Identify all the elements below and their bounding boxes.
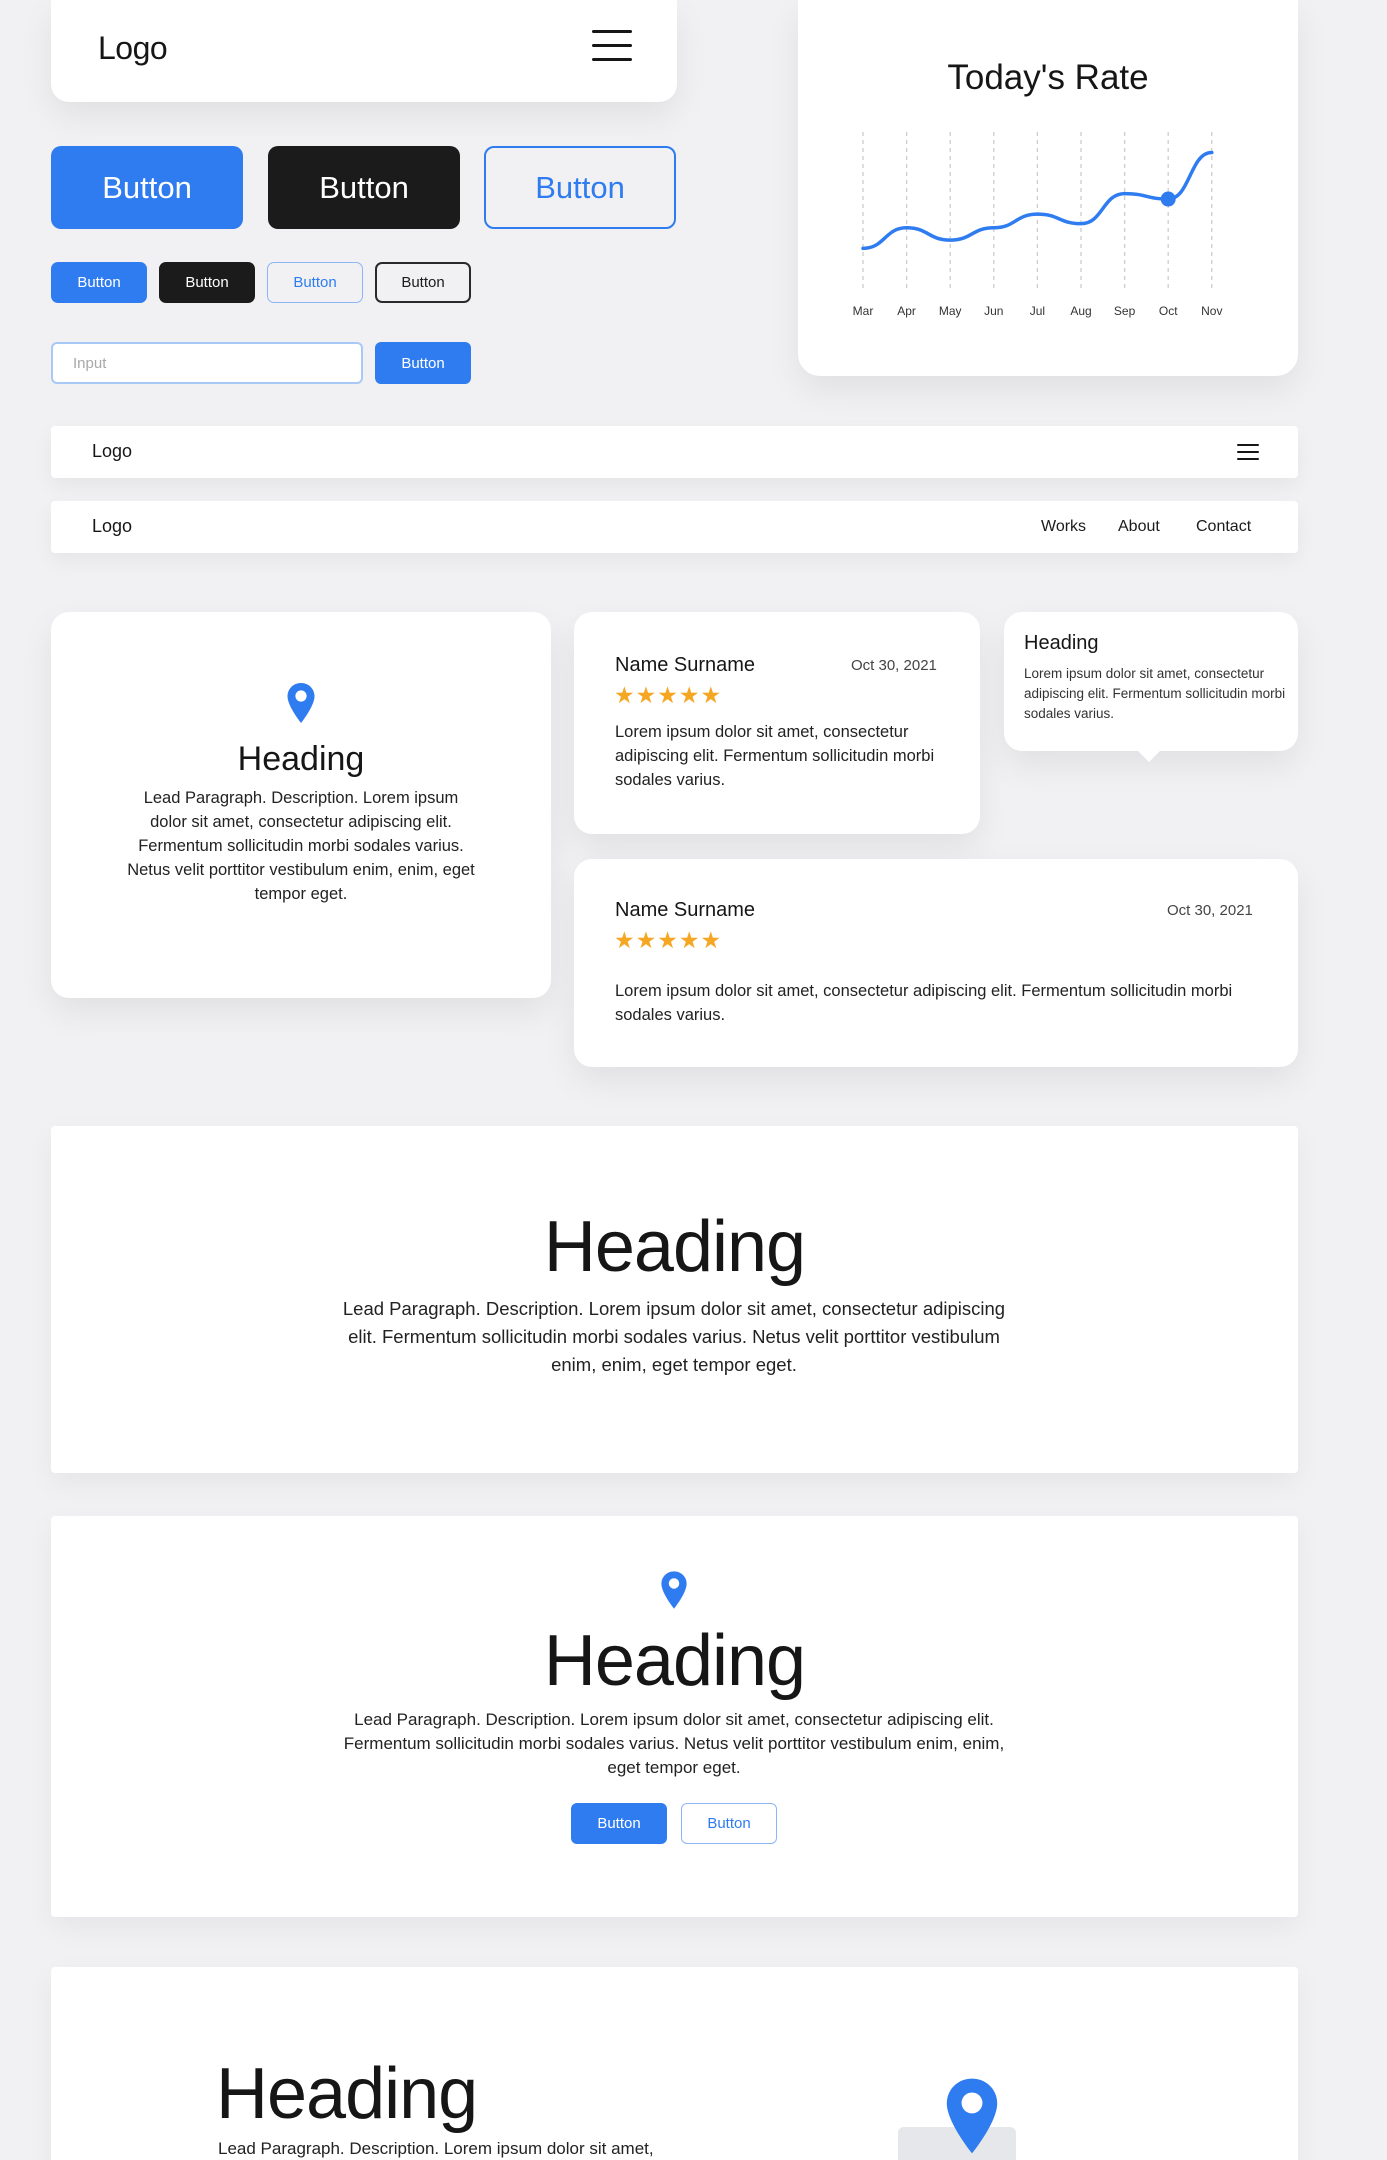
input-submit-button[interactable]: Button: [375, 342, 471, 384]
secondary-button[interactable]: Button: [681, 1803, 777, 1844]
review-card-wide: Name Surname Oct 30, 2021 ★★★★★ Lorem ip…: [574, 859, 1298, 1067]
reviewer-name: Name Surname: [615, 654, 756, 676]
nav-logo[interactable]: Logo: [92, 516, 132, 537]
primary-button[interactable]: Button: [571, 1803, 667, 1844]
rate-chart-card: Today's Rate Mar Apr May Jun Jul Aug Sep Oct Nov: [798, 0, 1298, 376]
tooltip-card: Heading Lorem ipsum dolor sit amet, cons…: [1004, 612, 1298, 751]
x-tick-label: Nov: [1201, 304, 1222, 318]
nav-logo[interactable]: Logo: [92, 441, 132, 462]
nav-link-about[interactable]: About: [1118, 518, 1160, 536]
x-tick-label: Jun: [984, 304, 1003, 318]
section-heading: Heading: [216, 2054, 478, 2134]
x-tick-label: Aug: [1070, 304, 1091, 318]
section-text: Lead Paragraph. Description. Lorem ipsum…: [343, 1710, 1005, 1777]
star-rating-icon: ★★★★★: [614, 927, 723, 953]
hamburger-icon[interactable]: [592, 30, 632, 62]
navbar-minimal: Logo: [51, 426, 1298, 478]
reviewer-name: Name Surname: [615, 899, 756, 921]
location-pin-icon: [287, 683, 315, 723]
logo[interactable]: Logo: [98, 30, 168, 67]
dark-button-small[interactable]: Button: [159, 262, 255, 303]
section-heading: Heading: [543, 1621, 806, 1701]
feature-text: Lead Paragraph. Description. Lorem ipsum…: [127, 789, 475, 903]
split-section: Heading Lead Paragraph. Description. Lor…: [51, 1967, 1298, 2160]
dark-button-large[interactable]: Button: [268, 146, 460, 229]
outline-dark-button-small[interactable]: Button: [375, 262, 471, 303]
review-text: Lorem ipsum dolor sit amet, consectetur …: [615, 982, 1233, 1024]
primary-button-large[interactable]: Button: [51, 146, 243, 229]
section-text: Lead Paragraph. Description. Lorem ipsum…: [342, 1298, 1006, 1375]
x-tick-label: May: [939, 304, 962, 318]
input-placeholder: Input: [73, 354, 107, 372]
star-rating-icon: ★★★★★: [614, 682, 723, 708]
hero-section: Heading Lead Paragraph. Description. Lor…: [51, 1126, 1298, 1473]
header-card: Logo: [51, 0, 677, 102]
section-heading: Heading: [543, 1207, 806, 1287]
review-date: Oct 30, 2021: [851, 657, 937, 674]
text-input[interactable]: Input: [51, 342, 363, 384]
outline-button-large[interactable]: Button: [484, 146, 676, 229]
highlighted-data-point[interactable]: [1160, 191, 1176, 207]
x-tick-label: Oct: [1159, 304, 1178, 318]
nav-link-contact[interactable]: Contact: [1196, 518, 1251, 536]
review-text: Lorem ipsum dolor sit amet, consectetur …: [615, 723, 935, 789]
x-tick-label: Mar: [853, 304, 874, 318]
feature-card: Heading Lead Paragraph. Description. Lor…: [51, 612, 551, 998]
tooltip-heading: Heading: [1024, 632, 1099, 654]
location-pin-icon: [946, 2078, 998, 2154]
x-tick-label: Jul: [1030, 304, 1045, 318]
hamburger-icon[interactable]: [1237, 444, 1259, 461]
section-text: Lead Paragraph. Description. Lorem ipsum…: [218, 2139, 654, 2158]
review-card: Name Surname Oct 30, 2021 ★★★★★ Lorem ip…: [574, 612, 980, 834]
x-tick-label: Apr: [897, 304, 916, 318]
primary-button-small[interactable]: Button: [51, 262, 147, 303]
nav-link-works[interactable]: Works: [1041, 518, 1086, 536]
hero-section-cta: Heading Lead Paragraph. Description. Lor…: [51, 1516, 1298, 1917]
rate-line-chart: Mar Apr May Jun Jul Aug Sep Oct Nov: [853, 132, 1222, 318]
navbar-links: Logo Works About Contact: [51, 501, 1298, 553]
outline-button-small[interactable]: Button: [267, 262, 363, 303]
x-tick-label: Sep: [1114, 304, 1136, 318]
review-date: Oct 30, 2021: [1167, 902, 1253, 919]
feature-heading: Heading: [237, 740, 365, 778]
location-pin-icon: [661, 1571, 687, 1609]
tooltip-text: Lorem ipsum dolor sit amet, consectetur …: [1024, 666, 1286, 721]
tooltip-arrow: [1135, 748, 1163, 762]
chart-title: Today's Rate: [947, 58, 1149, 97]
